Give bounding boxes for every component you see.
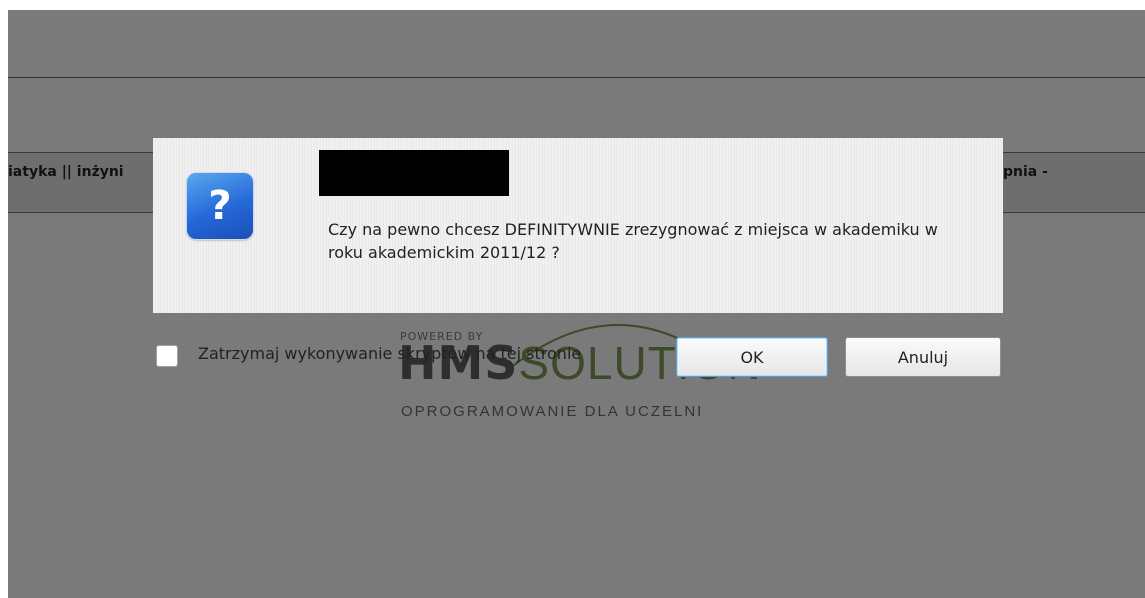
stop-scripts-checkbox[interactable] [156, 345, 178, 367]
confirm-dialog: ? Czy na pewno chcesz DEFINITYWNIE zrezy… [153, 138, 1003, 313]
cancel-button[interactable]: Anuluj [845, 337, 1001, 377]
stop-scripts-label: Zatrzymaj wykonywanie skryptów na tej st… [198, 344, 582, 363]
background-left-text: iatyka || inżyni [8, 164, 124, 180]
background-right-text: pnia - [1003, 164, 1048, 180]
brand-subtitle: OPROGRAMOWANIE DLA UCZELNI [401, 403, 704, 420]
browser-page: iatyka || inżyni pnia - POWERED BY HMSSO… [0, 0, 1145, 598]
redacted-title [319, 150, 509, 196]
divider [8, 77, 1145, 78]
ok-button[interactable]: OK [676, 337, 828, 377]
dialog-message: Czy na pewno chcesz DEFINITYWNIE zrezygn… [328, 220, 938, 262]
question-icon: ? [187, 173, 253, 239]
